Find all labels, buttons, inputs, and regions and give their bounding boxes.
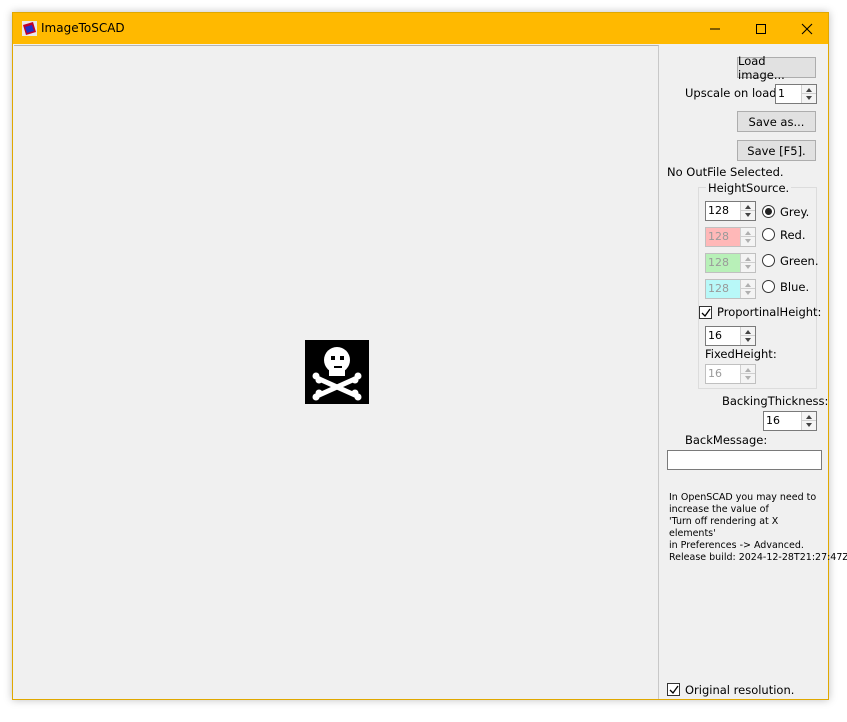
backing-thickness-stepper[interactable]: 16 [763, 411, 817, 431]
fixed-height-stepper[interactable]: 16 [705, 364, 756, 384]
close-icon [801, 23, 813, 34]
skull-crossbones-icon [312, 347, 362, 401]
info-line: In OpenSCAD you may need to [669, 492, 817, 503]
minimize-icon [710, 28, 720, 29]
fixed-height-label: FixedHeight: [705, 347, 777, 361]
back-message-label: BackMessage: [685, 433, 768, 447]
red-radio[interactable] [762, 228, 775, 241]
blue-value: 128 [708, 282, 729, 295]
checkmark-icon [669, 685, 679, 695]
proportional-height-label: ProportinalHeight: [717, 305, 822, 319]
original-resolution-checkbox[interactable] [667, 683, 680, 696]
save-button[interactable]: Save [F5]. [737, 140, 816, 161]
green-spin[interactable] [740, 254, 755, 272]
blue-label: Blue. [780, 280, 810, 294]
grey-spin[interactable] [740, 202, 755, 220]
back-message-input[interactable] [667, 450, 822, 470]
title-bar[interactable]: ImageToSCAD [13, 13, 828, 44]
red-spin[interactable] [740, 228, 755, 246]
info-line: 'Turn off rendering at X elements' [669, 516, 779, 539]
red-label: Red. [780, 228, 806, 242]
proportional-height-spin[interactable] [740, 327, 755, 345]
upscale-value: 1 [778, 87, 785, 100]
maximize-button[interactable] [738, 13, 784, 44]
backing-thickness-value: 16 [766, 414, 780, 427]
blue-stepper[interactable]: 128 [705, 279, 756, 299]
blue-radio[interactable] [762, 280, 775, 293]
fixed-height-spin[interactable] [740, 365, 755, 383]
proportional-height-value: 16 [708, 329, 722, 342]
app-icon [22, 21, 37, 36]
upscale-label: Upscale on load: [685, 86, 781, 100]
info-line: increase the value of [669, 504, 769, 515]
upscale-stepper[interactable]: 1 [775, 84, 817, 104]
save-as-button[interactable]: Save as... [737, 111, 816, 132]
upscale-spin[interactable] [801, 85, 816, 103]
fixed-height-value: 16 [708, 367, 722, 380]
height-source-label: HeightSource. [706, 181, 792, 195]
green-radio[interactable] [762, 254, 775, 267]
checkmark-icon [701, 308, 711, 318]
red-stepper[interactable]: 128 [705, 227, 756, 247]
control-panel: Load image... Upscale on load: 1 Save as… [660, 45, 847, 699]
red-value: 128 [708, 230, 729, 243]
loaded-image [305, 340, 369, 404]
maximize-icon [756, 23, 766, 34]
backing-thickness-spin[interactable] [801, 412, 816, 430]
proportional-height-checkbox[interactable] [699, 306, 712, 319]
grey-value: 128 [708, 204, 729, 217]
outfile-status: No OutFile Selected. [667, 165, 784, 179]
image-canvas[interactable] [14, 45, 659, 699]
grey-label: Grey. [780, 205, 810, 219]
proportional-height-stepper[interactable]: 16 [705, 326, 756, 346]
original-resolution-label: Original resolution. [685, 683, 795, 697]
grey-radio[interactable] [762, 205, 775, 218]
green-value: 128 [708, 256, 729, 269]
minimize-button[interactable] [692, 13, 738, 44]
load-image-button[interactable]: Load image... [737, 54, 816, 82]
green-label: Green. [780, 254, 819, 268]
window-title: ImageToSCAD [41, 21, 125, 35]
green-stepper[interactable]: 128 [705, 253, 756, 273]
info-line: in Preferences -> Advanced. [669, 540, 804, 551]
grey-stepper[interactable]: 128 [705, 201, 756, 221]
release-build: Release build: 2024-12-28T21:27:47Z [669, 552, 847, 563]
app-window: ImageToSCAD Load image... Upscale on loa… [12, 12, 847, 700]
info-text: In OpenSCAD you may need to increase the… [669, 492, 827, 552]
blue-spin[interactable] [740, 280, 755, 298]
backing-thickness-label: BackingThickness: [722, 394, 829, 408]
close-button[interactable] [784, 13, 830, 44]
